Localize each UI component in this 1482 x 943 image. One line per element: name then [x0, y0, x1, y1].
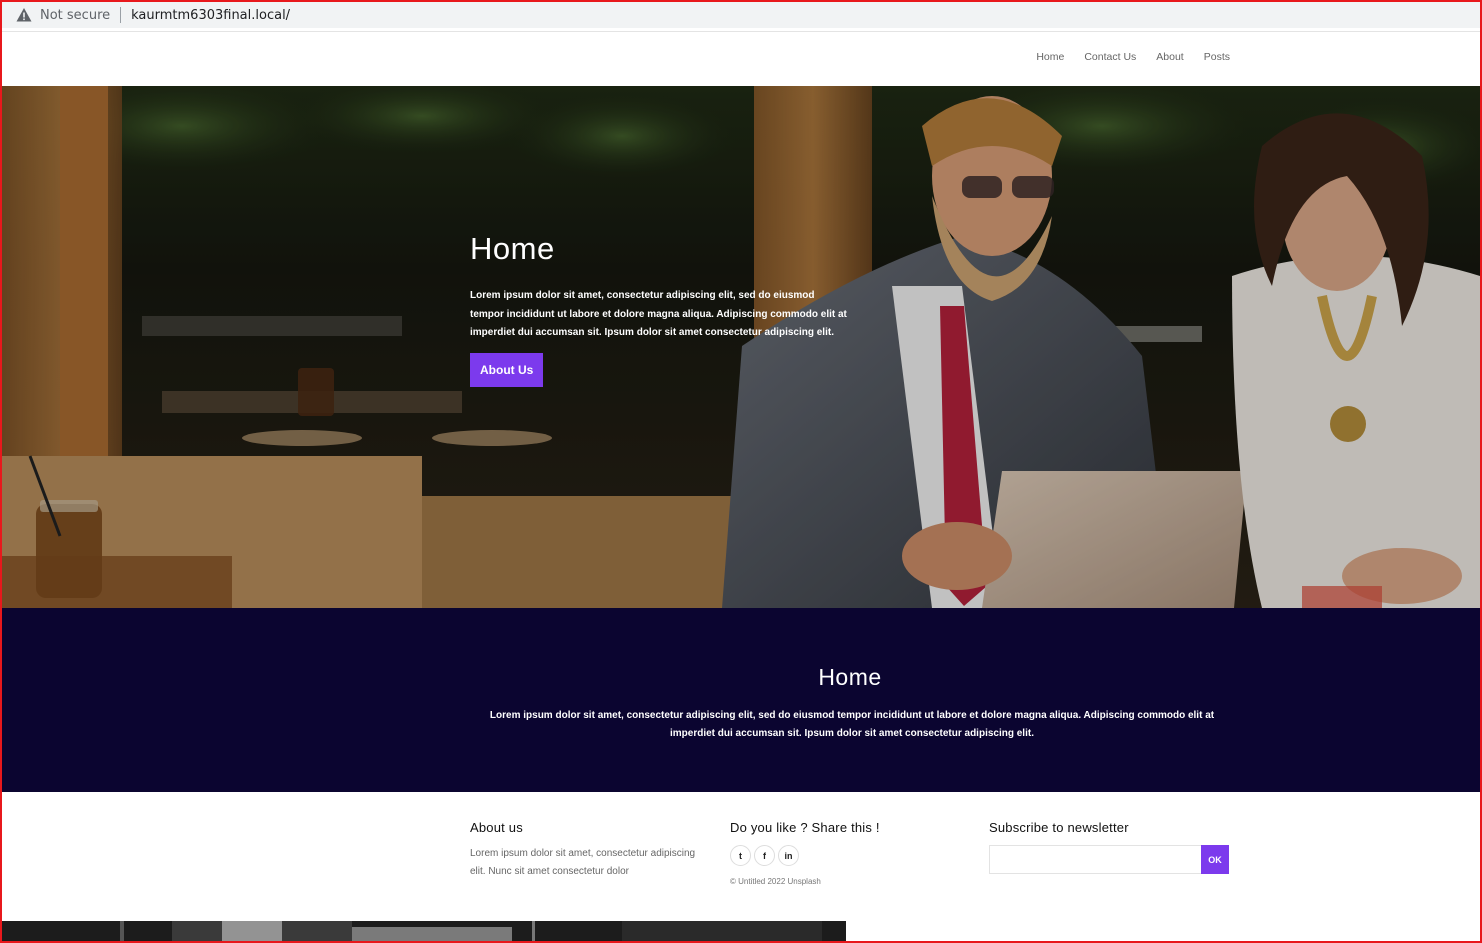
site-footer: About us Lorem ipsum dolor sit amet, con… — [2, 792, 1480, 922]
footer-about: About us Lorem ipsum dolor sit amet, con… — [470, 820, 710, 881]
nav-home[interactable]: Home — [1036, 51, 1064, 63]
main-nav: Home Contact Us About Posts — [1036, 51, 1230, 63]
next-section-image-graphic — [2, 921, 846, 941]
band-text: Lorem ipsum dolor sit amet, consectetur … — [489, 710, 1215, 739]
address-bar[interactable]: Not secure kaurmtm6303final.local/ — [2, 2, 1480, 28]
newsletter-email-input[interactable] — [989, 845, 1201, 874]
hero-text: Lorem ipsum dolor sit amet, consectetur … — [470, 290, 847, 338]
linkedin-icon[interactable]: in — [778, 845, 799, 866]
newsletter-title: Subscribe to newsletter — [989, 820, 1129, 835]
url-text[interactable]: kaurmtm6303final.local/ — [131, 8, 290, 23]
footer-about-text: Lorem ipsum dolor sit amet, consectetur … — [470, 848, 696, 877]
newsletter-ok-button[interactable]: OK — [1201, 845, 1229, 874]
newsletter-form: OK — [989, 845, 1229, 874]
band-title: Home — [818, 664, 882, 690]
footer-newsletter: Subscribe to newsletter OK — [989, 820, 1229, 874]
nav-posts[interactable]: Posts — [1204, 51, 1230, 63]
nav-about[interactable]: About — [1156, 51, 1183, 63]
warning-icon — [16, 8, 32, 22]
footer-about-title: About us — [470, 820, 523, 835]
address-separator — [120, 7, 122, 23]
security-label[interactable]: Not secure — [40, 8, 110, 23]
hero-content: Home Lorem ipsum dolor sit amet, consect… — [470, 231, 850, 387]
footer-share-title: Do you like ? Share this ! — [730, 820, 880, 835]
hero-title: Home — [470, 231, 555, 266]
footer-share: Do you like ? Share this ! t f in © Unti… — [730, 820, 970, 886]
twitter-icon[interactable]: t — [730, 845, 751, 866]
next-section-image — [2, 921, 846, 941]
nav-contact-us[interactable]: Contact Us — [1084, 51, 1136, 63]
copyright-text: © Untitled 2022 Unsplash — [730, 877, 821, 886]
intro-band: Home Lorem ipsum dolor sit amet, consect… — [2, 608, 1480, 792]
hero-section: Home Lorem ipsum dolor sit amet, consect… — [2, 86, 1480, 608]
about-us-button[interactable]: About Us — [470, 352, 544, 387]
site-navbar: Home Contact Us About Posts — [2, 31, 1480, 86]
social-links: t f in — [730, 845, 970, 866]
facebook-icon[interactable]: f — [754, 845, 775, 866]
